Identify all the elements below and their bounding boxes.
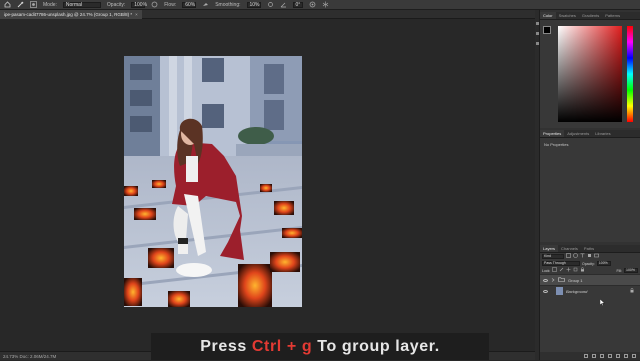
folder-icon	[558, 277, 565, 283]
tab-properties[interactable]: Properties	[540, 130, 565, 137]
tab-adjustments[interactable]: Adjustments	[564, 130, 592, 137]
new-adjustment-icon[interactable]	[608, 354, 612, 358]
tab-paths[interactable]: Paths	[581, 245, 597, 252]
symmetry-icon[interactable]	[322, 1, 329, 8]
new-group-icon[interactable]	[616, 354, 620, 358]
foreground-color-swatch[interactable]	[543, 26, 551, 34]
layers-panel: Layers Channels Paths Kind Pass Through …	[540, 245, 640, 360]
expand-chevron-icon[interactable]	[551, 277, 555, 283]
lock-transparent-icon[interactable]	[552, 267, 558, 274]
brush-settings-icon[interactable]	[30, 1, 37, 8]
caption-prefix: Press	[200, 338, 252, 355]
status-text: 24.73% Doc: 2.06M/24.7M	[3, 354, 57, 359]
filter-shape-icon[interactable]	[587, 253, 592, 260]
blend-opacity-row: Pass Through Opacity: 100%	[540, 260, 640, 267]
mode-select[interactable]: Normal	[62, 1, 101, 8]
blend-mode-select[interactable]: Pass Through	[542, 261, 580, 266]
document-canvas-image[interactable]	[124, 56, 302, 307]
document-tab[interactable]: ipe-pasam-cadit7786-unsplash.jpg @ 24.7%…	[0, 10, 142, 19]
add-style-icon[interactable]	[592, 354, 596, 358]
layer-thumbnail	[556, 287, 563, 295]
delete-layer-icon[interactable]	[632, 354, 636, 358]
link-layers-icon[interactable]	[584, 354, 588, 358]
document-tab-title: ipe-pasam-cadit7786-unsplash.jpg @ 24.7%…	[4, 12, 133, 17]
brush-tool-icon[interactable]	[17, 1, 24, 8]
airbrush-icon[interactable]	[202, 1, 209, 8]
caption-suffix: To group layer.	[312, 338, 440, 355]
flow-field[interactable]: 60%	[182, 1, 197, 8]
layer-lock-icon[interactable]	[630, 287, 634, 294]
visibility-eye-icon[interactable]	[543, 278, 548, 282]
lock-all-icon[interactable]	[580, 267, 585, 274]
fill-label: Fill:	[616, 268, 622, 273]
new-layer-icon[interactable]	[624, 354, 628, 358]
smoothing-options-icon[interactable]	[267, 1, 274, 8]
layer-row-background[interactable]: Background	[540, 285, 640, 296]
visibility-eye-icon[interactable]	[543, 289, 548, 293]
lock-label: Lock:	[542, 268, 551, 273]
tab-swatches[interactable]: Swatches	[556, 12, 579, 19]
tab-channels[interactable]: Channels	[558, 245, 581, 252]
properties-panel: Properties Adjustments Libraries No Prop…	[540, 130, 640, 242]
lock-position-icon[interactable]	[566, 267, 571, 274]
tutorial-caption: Press Ctrl + g To group layer.	[151, 333, 489, 360]
tab-patterns[interactable]: Patterns	[602, 12, 623, 19]
document-tab-bar: ipe-pasam-cadit7786-unsplash.jpg @ 24.7%…	[0, 10, 535, 19]
home-icon[interactable]	[4, 1, 11, 8]
tab-color[interactable]: Color	[540, 12, 556, 19]
filter-pixel-icon[interactable]	[566, 253, 571, 260]
properties-panel-tabs: Properties Adjustments Libraries	[540, 130, 640, 138]
filter-type-icon[interactable]	[580, 253, 585, 260]
color-panel-tabs: Color Swatches Gradients Patterns	[540, 12, 640, 20]
lock-pixels-icon[interactable]	[559, 267, 564, 274]
smoothing-field[interactable]: 10%	[246, 1, 261, 8]
layer-opacity-field[interactable]: 100%	[596, 261, 611, 266]
layer-name-background: Background	[566, 288, 588, 294]
tab-layers[interactable]: Layers	[540, 245, 559, 252]
caption-shortcut: Ctrl + g	[251, 338, 313, 355]
tab-gradients[interactable]: Gradients	[579, 12, 602, 19]
color-picker-field[interactable]	[558, 26, 622, 122]
opacity-field[interactable]: 100%	[131, 1, 147, 8]
fill-field[interactable]: 100%	[624, 268, 638, 273]
layer-row-group[interactable]: Group 1	[540, 274, 640, 285]
mouse-cursor	[599, 298, 606, 308]
pressure-opacity-icon[interactable]	[151, 1, 158, 8]
close-tab-icon[interactable]: ×	[135, 12, 138, 17]
angle-icon	[280, 1, 287, 8]
layer-name-group: Group 1	[568, 277, 583, 283]
layers-bottom-toolbar	[540, 352, 640, 360]
add-mask-icon[interactable]	[600, 354, 604, 358]
opacity-label: Opacity:	[106, 1, 126, 8]
layers-panel-tabs: Layers Channels Paths	[540, 245, 640, 253]
lock-artboard-icon[interactable]	[573, 267, 578, 274]
mode-label: Mode:	[43, 1, 57, 8]
color-panel: Color Swatches Gradients Patterns	[540, 12, 640, 128]
smoothing-label: Smoothing:	[215, 1, 241, 8]
hue-slider[interactable]	[627, 26, 633, 122]
layer-filter-select[interactable]: Kind	[542, 254, 564, 259]
lock-fill-row: Lock: Fill: 100%	[540, 267, 640, 274]
filter-adjustment-icon[interactable]	[573, 253, 578, 260]
layer-opacity-label: Opacity:	[582, 261, 595, 266]
flow-label: Flow:	[164, 1, 177, 8]
no-properties-text: No Properties	[544, 142, 569, 147]
angle-field[interactable]: 0°	[292, 1, 303, 8]
options-bar: Mode: Normal Opacity: 100% Flow: 60% Smo…	[0, 0, 640, 10]
pressure-size-icon[interactable]	[309, 1, 316, 8]
layer-filter-row: Kind	[540, 253, 640, 260]
filter-smart-object-icon[interactable]	[594, 253, 599, 260]
tab-libraries[interactable]: Libraries	[592, 130, 613, 137]
